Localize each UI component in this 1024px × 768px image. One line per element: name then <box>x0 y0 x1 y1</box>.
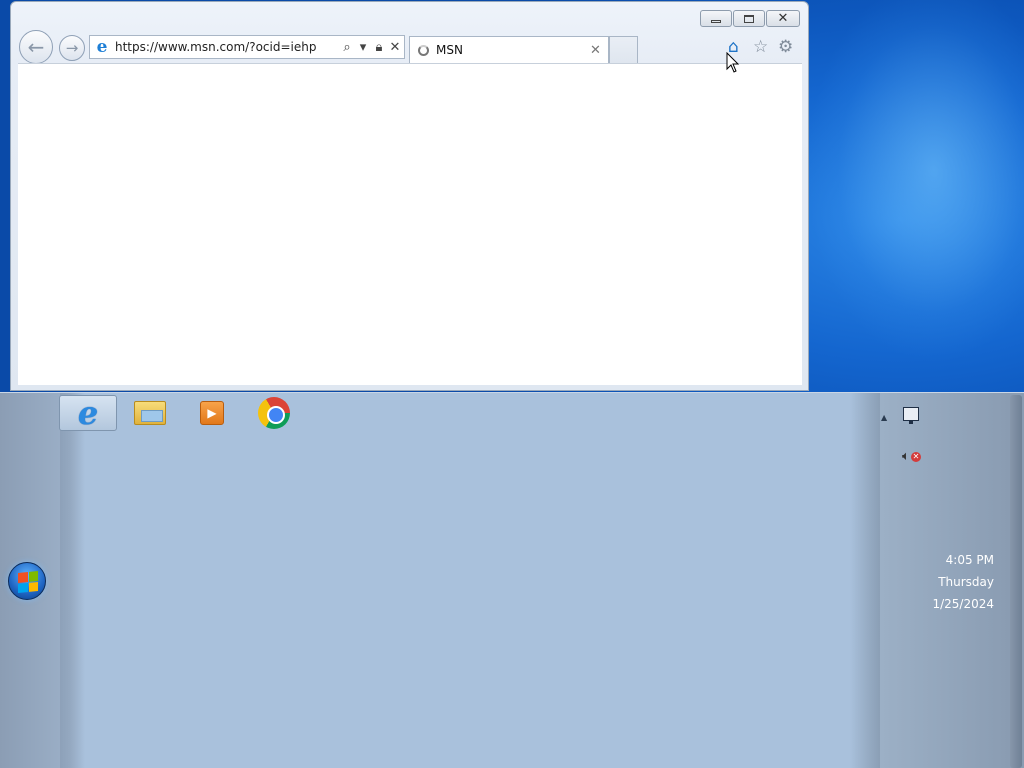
taskbar-shade-left <box>60 393 85 768</box>
back-button[interactable]: ← <box>19 30 53 64</box>
restore-icon <box>744 14 754 23</box>
loading-spinner-icon <box>418 44 429 56</box>
show-hidden-icons-icon[interactable]: ▲ <box>881 413 887 422</box>
taskbar-internet-explorer[interactable]: e <box>59 394 117 432</box>
restore-button[interactable] <box>733 10 765 27</box>
page-content-area[interactable] <box>18 63 802 385</box>
folder-icon <box>134 401 166 425</box>
minimize-button[interactable] <box>700 10 732 27</box>
mute-x-icon: ✕ <box>911 452 921 462</box>
taskbar-windows-explorer[interactable] <box>121 395 179 431</box>
clock-day: Thursday <box>938 575 994 589</box>
minimize-icon <box>711 20 721 23</box>
clock-date: 1/25/2024 <box>932 597 994 611</box>
internet-explorer-icon: e <box>77 394 99 432</box>
chrome-icon <box>258 397 290 429</box>
start-button[interactable] <box>8 562 46 600</box>
taskbar-scrollbar[interactable] <box>1010 395 1022 768</box>
window-controls: ✕ <box>700 10 800 27</box>
internet-explorer-window: ✕ ← → e https://www.msn.com/?ocid=iehp ⌕… <box>10 1 809 391</box>
internet-explorer-favicon-icon: e <box>96 37 108 57</box>
star-icon[interactable]: ☆ <box>753 38 768 56</box>
taskbar-shade-right <box>850 393 880 768</box>
address-url[interactable]: https://www.msn.com/?ocid=iehp <box>115 40 340 54</box>
address-bar[interactable]: e https://www.msn.com/?ocid=iehp ⌕ ▾ 🔒︎ … <box>89 35 405 59</box>
close-tab-icon[interactable]: ✕ <box>590 43 608 58</box>
volume-muted-icon[interactable]: 🔈︎ ✕ <box>902 449 921 464</box>
clock[interactable]: 4:05 PM Thursday 1/25/2024 <box>932 549 994 615</box>
media-player-icon: ▶ <box>200 401 224 425</box>
lock-icon[interactable]: 🔒︎ <box>372 40 386 55</box>
close-icon: ✕ <box>777 11 789 26</box>
taskbar-chrome[interactable] <box>245 395 303 431</box>
tab-title: MSN <box>436 43 463 57</box>
new-tab-button[interactable] <box>609 36 638 63</box>
tab-msn[interactable]: MSN ✕ <box>409 36 609 63</box>
network-icon[interactable] <box>903 407 919 424</box>
taskbar: e ▶ ▲ 🔈︎ ✕ 4:05 PM Thursday 1/25/2024 <box>0 392 1024 768</box>
taskbar-media-player[interactable]: ▶ <box>183 395 241 431</box>
forward-button[interactable]: → <box>59 35 85 61</box>
windows-logo-icon <box>18 570 38 594</box>
gear-icon[interactable]: ⚙ <box>778 38 793 56</box>
dropdown-arrow-icon[interactable]: ▾ <box>356 40 370 55</box>
clock-time: 4:05 PM <box>945 553 994 567</box>
back-arrow-icon: ← <box>27 35 45 59</box>
forward-arrow-icon: → <box>65 39 79 57</box>
search-icon[interactable]: ⌕ <box>340 40 354 55</box>
stop-button[interactable]: ✕ <box>388 40 402 55</box>
close-window-button[interactable]: ✕ <box>766 10 800 27</box>
